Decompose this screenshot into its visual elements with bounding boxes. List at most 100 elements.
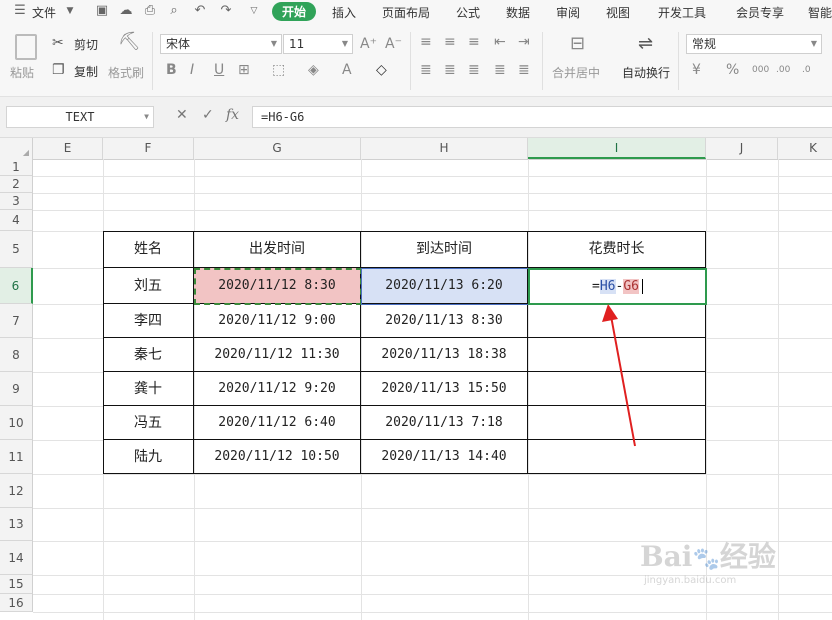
fill-color-icon[interactable]: ◈ xyxy=(308,62,319,78)
print-preview-icon[interactable]: ⌕ xyxy=(166,3,182,19)
file-menu[interactable]: 文件 xyxy=(32,4,56,21)
column-header-i[interactable]: I xyxy=(528,138,706,159)
eraser-icon[interactable]: ◇ xyxy=(376,62,387,78)
row-header-16[interactable]: 16 xyxy=(0,594,33,612)
name-cell[interactable]: 陆九 xyxy=(103,440,194,474)
header-arrival[interactable]: 到达时间 xyxy=(361,231,528,268)
row-header-4[interactable]: 4 xyxy=(0,210,33,231)
print-icon[interactable]: ⎙ xyxy=(142,3,158,19)
merge-center-button[interactable]: 合并居中 xyxy=(552,64,600,81)
arrival-cell[interactable]: 2020/11/13 15:50 xyxy=(361,372,528,406)
percent-icon[interactable]: % xyxy=(726,62,739,78)
increase-font-icon[interactable]: A⁺ xyxy=(360,36,377,52)
column-header-g[interactable]: G xyxy=(194,138,361,159)
departure-cell[interactable]: 2020/11/12 11:30 xyxy=(194,338,361,372)
tab-insert[interactable]: 插入 xyxy=(332,4,356,21)
justify-icon[interactable]: ≣ xyxy=(494,62,506,78)
font-size-select[interactable]: 11 ▼ xyxy=(283,34,353,54)
tab-view[interactable]: 视图 xyxy=(606,4,630,21)
header-departure[interactable]: 出发时间 xyxy=(194,231,361,268)
decrease-decimal-icon[interactable]: .0 xyxy=(802,62,811,78)
decrease-font-icon[interactable]: A⁻ xyxy=(385,36,402,52)
row-header-7[interactable]: 7 xyxy=(0,304,33,338)
thousands-icon[interactable]: 000 xyxy=(752,62,769,78)
cut-button[interactable]: 剪切 xyxy=(74,36,98,53)
number-format-select[interactable]: 常规 ▼ xyxy=(686,34,822,54)
tab-data[interactable]: 数据 xyxy=(506,4,530,21)
font-color-icon[interactable]: A xyxy=(342,62,352,78)
tab-formulas[interactable]: 公式 xyxy=(456,4,480,21)
row-header-15[interactable]: 15 xyxy=(0,575,33,594)
tab-page-layout[interactable]: 页面布局 xyxy=(382,4,430,21)
format-painter-button[interactable]: 格式刷 xyxy=(108,64,144,81)
redo-icon[interactable]: ↷ xyxy=(218,3,234,19)
row-header-1[interactable]: 1 xyxy=(0,159,33,176)
name-cell[interactable]: 龚十 xyxy=(103,372,194,406)
select-all-corner[interactable]: ◢ xyxy=(0,138,33,159)
bold-icon[interactable]: B xyxy=(166,62,177,78)
arrival-cell[interactable]: 2020/11/13 18:38 xyxy=(361,338,528,372)
align-top-icon[interactable]: ≡ xyxy=(420,34,432,50)
underline-icon[interactable]: U xyxy=(214,62,224,78)
distributed-icon[interactable]: ≣ xyxy=(518,62,530,78)
undo-icon[interactable]: ↶ xyxy=(192,3,208,19)
tab-member[interactable]: 会员专享 xyxy=(736,4,784,21)
name-box[interactable]: TEXT ▼ xyxy=(6,106,154,128)
indent-increase-icon[interactable]: ⇥ xyxy=(518,34,530,50)
row-header-14[interactable]: 14 xyxy=(0,541,33,575)
row-header-8[interactable]: 8 xyxy=(0,338,33,372)
quick-access-more-icon[interactable]: ▽ xyxy=(246,3,262,19)
header-name[interactable]: 姓名 xyxy=(103,231,194,268)
cell-style-icon[interactable]: ⬚ xyxy=(272,62,285,78)
hamburger-icon[interactable]: ☰ xyxy=(12,3,28,19)
chevron-down-icon[interactable]: ▼ xyxy=(62,3,78,19)
arrival-cell[interactable]: 2020/11/13 14:40 xyxy=(361,440,528,474)
confirm-icon[interactable]: ✓ xyxy=(202,107,214,123)
row-header-12[interactable]: 12 xyxy=(0,474,33,508)
italic-icon[interactable]: I xyxy=(190,62,194,78)
column-header-h[interactable]: H xyxy=(361,138,528,159)
merge-cells-icon[interactable]: ⊟ xyxy=(570,35,585,53)
column-header-f[interactable]: F xyxy=(103,138,194,159)
tab-smart[interactable]: 智能 xyxy=(808,4,832,21)
row-header-9[interactable]: 9 xyxy=(0,372,33,406)
border-icon[interactable]: ⊞ xyxy=(238,62,250,78)
align-center-icon[interactable]: ≣ xyxy=(444,62,456,78)
font-name-select[interactable]: 宋体 ▼ xyxy=(160,34,282,54)
save-icon[interactable]: ▣ xyxy=(94,3,110,19)
row-header-6[interactable]: 6 xyxy=(0,268,33,304)
tab-developer[interactable]: 开发工具 xyxy=(658,4,706,21)
tab-home[interactable]: 开始 xyxy=(272,2,317,21)
column-header-e[interactable]: E xyxy=(33,138,103,159)
copy-button[interactable]: 复制 xyxy=(74,63,98,80)
departure-cell[interactable]: 2020/11/12 9:20 xyxy=(194,372,361,406)
align-left-icon[interactable]: ≣ xyxy=(420,62,432,78)
currency-icon[interactable]: ¥ xyxy=(692,62,701,78)
increase-decimal-icon[interactable]: .00 xyxy=(776,62,790,78)
name-cell[interactable]: 李四 xyxy=(103,304,194,338)
column-header-k[interactable]: K xyxy=(778,138,832,159)
cloud-icon[interactable]: ☁ xyxy=(118,3,134,19)
row-header-3[interactable]: 3 xyxy=(0,193,33,210)
header-duration[interactable]: 花费时长 xyxy=(528,231,706,268)
wrap-text-button[interactable]: 自动换行 xyxy=(622,64,670,81)
align-bottom-icon[interactable]: ≡ xyxy=(468,34,480,50)
tab-review[interactable]: 审阅 xyxy=(556,4,580,21)
align-middle-icon[interactable]: ≡ xyxy=(444,34,456,50)
arrival-cell[interactable]: 2020/11/13 8:30 xyxy=(361,304,528,338)
column-header-j[interactable]: J xyxy=(706,138,778,159)
name-cell[interactable]: 秦七 xyxy=(103,338,194,372)
paste-icon[interactable] xyxy=(15,34,37,60)
cancel-icon[interactable]: ✕ xyxy=(176,107,188,123)
departure-cell[interactable]: 2020/11/12 6:40 xyxy=(194,406,361,440)
row-header-13[interactable]: 13 xyxy=(0,508,33,541)
fx-icon[interactable]: fx xyxy=(226,107,239,123)
arrival-cell[interactable]: 2020/11/13 7:18 xyxy=(361,406,528,440)
paste-button[interactable]: 粘贴 xyxy=(10,64,34,81)
brush-icon[interactable]: ⛏ xyxy=(118,33,141,51)
departure-cell[interactable]: 2020/11/12 9:00 xyxy=(194,304,361,338)
wrap-text-icon[interactable]: ⇌ xyxy=(638,35,653,53)
departure-cell[interactable]: 2020/11/12 10:50 xyxy=(194,440,361,474)
row-header-10[interactable]: 10 xyxy=(0,406,33,440)
align-right-icon[interactable]: ≣ xyxy=(468,62,480,78)
